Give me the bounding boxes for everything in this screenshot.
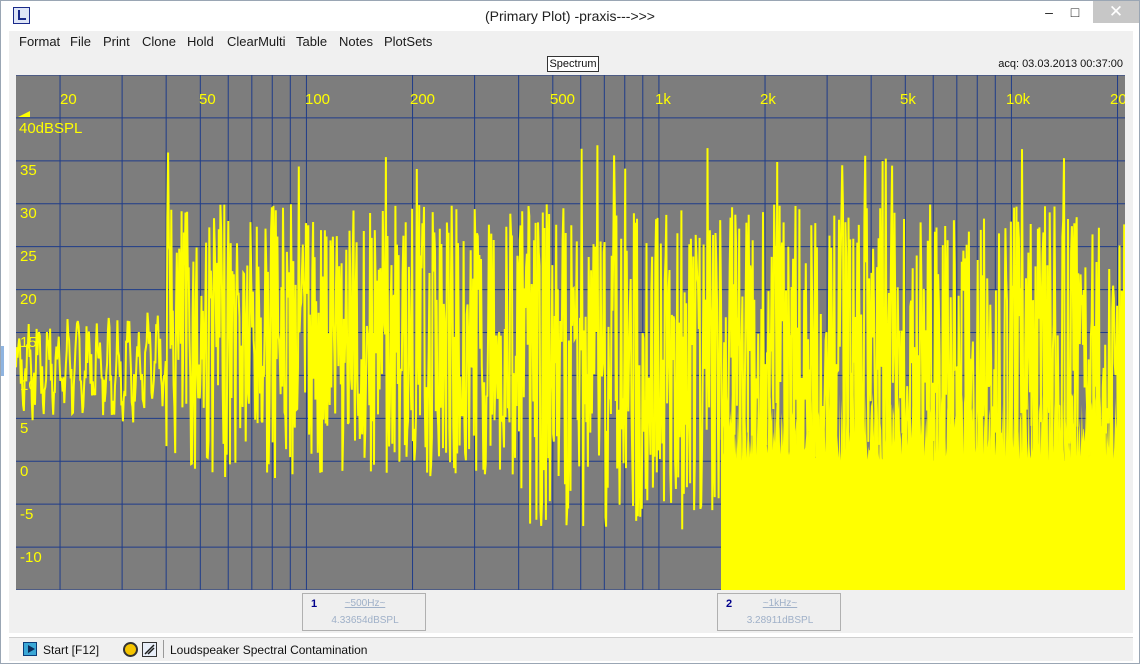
menu-print[interactable]: Print <box>103 34 130 49</box>
menu-clone[interactable]: Clone <box>142 34 176 49</box>
menu-clearmulti[interactable]: ClearMulti <box>227 34 286 49</box>
x-tick-label: 100 <box>305 91 331 108</box>
x-tick-label: 1k <box>655 91 671 108</box>
resize-handle[interactable] <box>1 346 4 376</box>
x-tick-label: 20 <box>60 91 77 108</box>
gauge-icon[interactable] <box>123 642 138 657</box>
status-bar: Start [F12] Loudspeaker Spectral Contami… <box>9 637 1133 661</box>
y-tick-label: -5 <box>20 506 34 523</box>
window-title: (Primary Plot) -praxis--->>> <box>485 8 655 24</box>
y-tick-label: 15 <box>20 334 37 351</box>
y-tick-label: 10 <box>20 377 37 394</box>
plot-mode-label[interactable]: Spectrum <box>547 56 599 72</box>
menu-format[interactable]: Format <box>19 34 60 49</box>
app-window: (Primary Plot) -praxis--->>> – □ ✕ Forma… <box>0 0 1140 664</box>
y-axis-unit: 40dBSPL <box>19 120 83 137</box>
y-tick-label: 0 <box>20 463 29 480</box>
spectrum-plot[interactable]: 20 50 100 200 500 1k 2k 5k 10k 20 40dBSP… <box>16 75 1125 590</box>
x-tick-label: 200 <box>410 91 436 108</box>
reference-level-marker[interactable] <box>18 111 30 117</box>
menu-bar: Format File Print Clone Hold ClearMulti … <box>9 31 1133 53</box>
menu-table[interactable]: Table <box>296 34 327 49</box>
status-message: Loudspeaker Spectral Contamination <box>170 643 368 657</box>
x-tick-label: 2k <box>760 91 776 108</box>
y-tick-label: 20 <box>20 291 37 308</box>
y-tick-label: 25 <box>20 248 37 265</box>
close-button[interactable]: ✕ <box>1093 1 1139 23</box>
spectrum-svg <box>16 75 1125 590</box>
probe-icon[interactable] <box>142 642 157 657</box>
menu-notes[interactable]: Notes <box>339 34 373 49</box>
status-separator <box>163 640 164 658</box>
maximize-button[interactable]: □ <box>1059 1 1091 23</box>
x-tick-label: 5k <box>900 91 916 108</box>
x-tick-label: 20 <box>1110 91 1125 108</box>
cursor-box-2[interactable]: 2 ~1kHz~ 3.28911dBSPL <box>717 593 841 631</box>
start-button-label[interactable]: Start [F12] <box>43 643 99 657</box>
y-tick-label: -10 <box>20 549 42 566</box>
x-tick-label: 10k <box>1006 91 1031 108</box>
cursor-box-1[interactable]: 1 ~500Hz~ 4.33654dBSPL <box>302 593 426 631</box>
x-tick-label: 50 <box>199 91 216 108</box>
cursor-frequency-link[interactable]: ~1kHz~ <box>718 598 842 609</box>
cursor-frequency-link[interactable]: ~500Hz~ <box>303 598 427 609</box>
cursor-level-readout: 4.33654dBSPL <box>331 615 399 626</box>
start-icon[interactable] <box>23 642 37 656</box>
menu-plotsets[interactable]: PlotSets <box>384 34 432 49</box>
cursor-level-readout: 3.28911dBSPL <box>746 615 814 626</box>
menu-hold[interactable]: Hold <box>187 34 214 49</box>
y-tick-label: 5 <box>20 420 29 437</box>
y-tick-label: 30 <box>20 205 37 222</box>
x-tick-label: 500 <box>550 91 576 108</box>
y-tick-label: 35 <box>20 162 37 179</box>
acquisition-timestamp: acq: 03.03.2013 00:37:00 <box>998 58 1123 70</box>
title-bar: (Primary Plot) -praxis--->>> – □ ✕ <box>1 1 1139 31</box>
menu-file[interactable]: File <box>70 34 91 49</box>
